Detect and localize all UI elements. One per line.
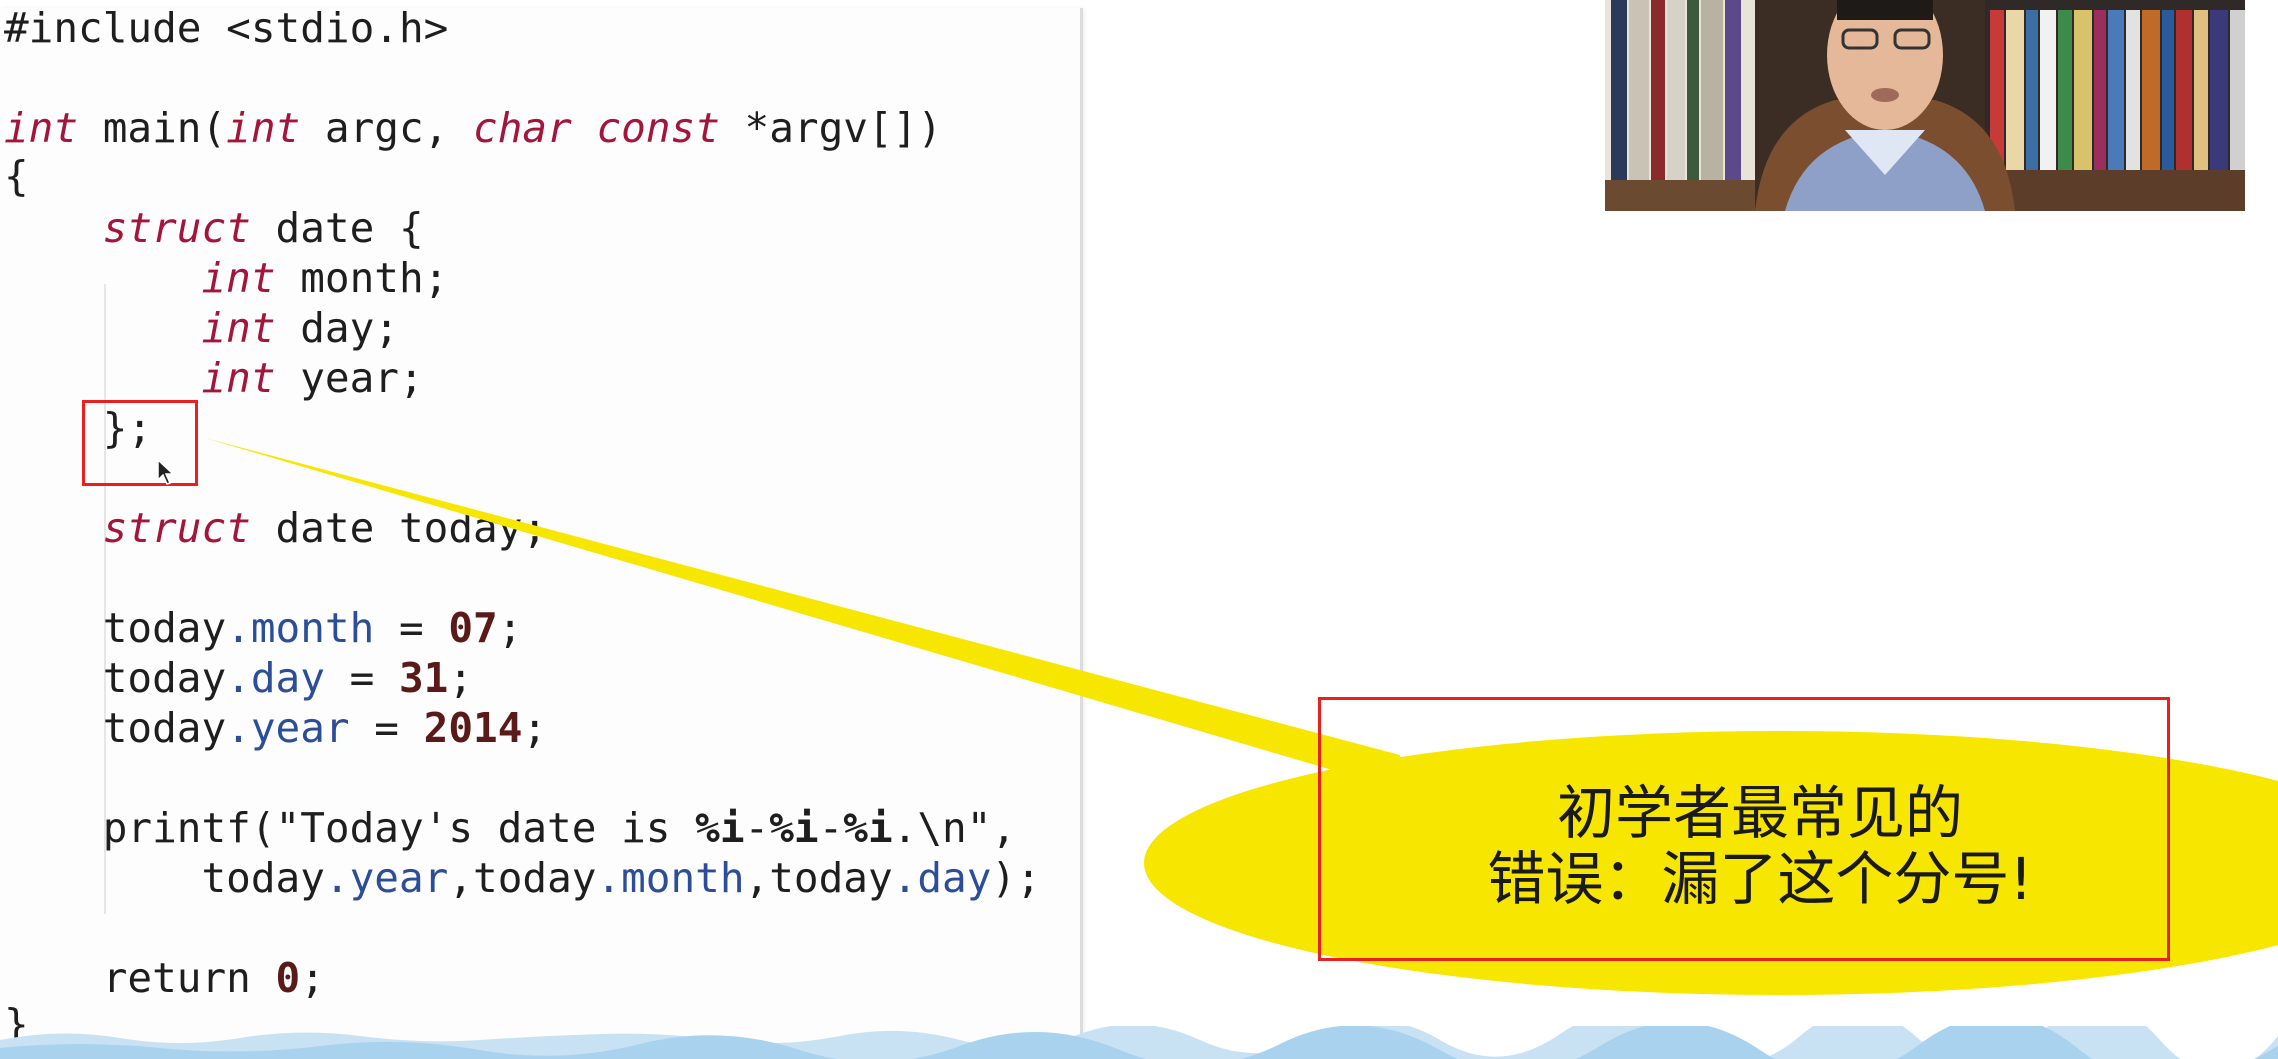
code-token: ,today <box>744 854 893 902</box>
code-line: today.year,today.month,today.day); <box>4 853 1041 903</box>
code-token: month; <box>275 254 449 302</box>
code-token: %i <box>843 804 893 852</box>
code-token: argc, <box>300 104 474 152</box>
code-token: date { <box>250 204 424 252</box>
code-token: .\n", <box>892 804 1017 852</box>
code-line: int year; <box>4 353 424 403</box>
code-token: date today; <box>250 504 548 552</box>
mouse-pointer-icon <box>157 458 175 485</box>
code-line: int main(int argc, char const *argv[]) <box>4 103 942 153</box>
instructor-video <box>1605 0 2245 211</box>
code-token: = <box>374 604 449 652</box>
code-token: struct <box>102 504 251 552</box>
lecture-screen: #include <stdio.h> int main(int argc, cha… <box>0 0 2278 1059</box>
code-token: int <box>201 354 276 402</box>
code-token: - <box>744 804 770 852</box>
code-line: int month; <box>4 253 448 303</box>
code-token: ); <box>991 854 1041 902</box>
code-token: today <box>4 604 227 652</box>
code-token: 2014 <box>423 704 523 752</box>
code-token: today <box>4 704 227 752</box>
code-token: ; <box>497 604 523 652</box>
code-line: struct date { <box>4 203 424 253</box>
code-line: today.day = 31; <box>4 653 473 703</box>
code-token: .day <box>892 854 992 902</box>
code-token: = <box>324 654 399 702</box>
code-line: struct date today; <box>4 503 547 553</box>
code-token: ; <box>300 954 325 1002</box>
code-line: { <box>4 151 29 201</box>
callout-line-2: 错误：漏了这个分号! <box>1487 845 2033 913</box>
code-line: int day; <box>4 303 399 353</box>
code-token: return <box>4 954 276 1002</box>
code-token: = <box>349 704 424 752</box>
bottom-wave-decoration <box>0 1026 2278 1059</box>
callout-text: 初学者最常见的 错误：漏了这个分号! <box>1320 780 2200 912</box>
code-token: .year <box>226 704 350 752</box>
code-token: - <box>818 804 844 852</box>
code-token: int <box>4 104 79 152</box>
instructor-video-frame <box>1605 0 2245 211</box>
code-token: char const <box>473 104 720 152</box>
code-line: printf("Today's date is %i-%i-%i.\n", <box>4 803 1016 853</box>
code-token: 07 <box>448 604 498 652</box>
code-token: ; <box>448 654 474 702</box>
code-token: .month <box>226 604 375 652</box>
semicolon-highlight-box <box>82 400 198 486</box>
code-token: .year <box>324 854 449 902</box>
code-token: 0 <box>275 954 301 1002</box>
code-token: day; <box>275 304 399 352</box>
code-token: int <box>201 254 276 302</box>
code-token: today <box>4 854 325 902</box>
code-token: main( <box>78 104 227 152</box>
code-line: return 0; <box>4 953 325 1003</box>
code-editor[interactable]: #include <stdio.h> int main(int argc, cha… <box>0 4 1083 1059</box>
code-token: struct <box>102 204 251 252</box>
code-token: %i <box>769 804 819 852</box>
code-line: today.month = 07; <box>4 603 523 653</box>
code-line: #include <stdio.h> <box>4 3 448 53</box>
code-token: ,today <box>448 854 597 902</box>
code-token: int <box>226 104 301 152</box>
code-token: ; <box>522 704 548 752</box>
code-token: .month <box>596 854 745 902</box>
code-token: *argv[]) <box>719 104 943 152</box>
code-line: today.year = 2014; <box>4 703 547 753</box>
code-token: %i <box>695 804 745 852</box>
code-token: year; <box>275 354 424 402</box>
callout-line-1: 初学者最常见的 <box>1556 779 1963 847</box>
code-token: printf("Today's date is <box>4 804 696 852</box>
code-token: .day <box>226 654 325 702</box>
code-token: { <box>4 152 29 200</box>
code-token: int <box>201 304 276 352</box>
code-token: #include <stdio.h> <box>4 4 449 52</box>
code-token: today <box>4 654 227 702</box>
code-token: 31 <box>398 654 449 702</box>
